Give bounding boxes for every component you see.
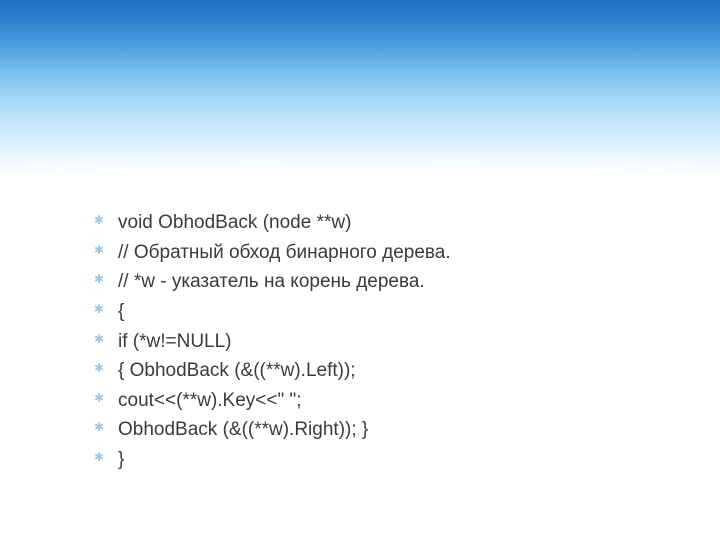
code-block: void ObhodBack (node **w) // Обратный об… — [90, 210, 680, 477]
code-line: // *w - указатель на корень дерева. — [90, 269, 680, 295]
header-gradient — [0, 0, 720, 180]
slide: void ObhodBack (node **w) // Обратный об… — [0, 0, 720, 540]
code-line: { — [90, 299, 680, 325]
code-line: } — [90, 447, 680, 473]
code-line: cout<<(**w).Key<<" "; — [90, 388, 680, 414]
code-line: ObhodBack (&((**w).Right)); } — [90, 417, 680, 443]
code-line: void ObhodBack (node **w) — [90, 210, 680, 236]
code-list: void ObhodBack (node **w) // Обратный об… — [90, 210, 680, 473]
code-line: if (*w!=NULL) — [90, 329, 680, 355]
code-line: { ObhodBack (&((**w).Left)); — [90, 358, 680, 384]
code-line: // Обратный обход бинарного дерева. — [90, 240, 680, 266]
